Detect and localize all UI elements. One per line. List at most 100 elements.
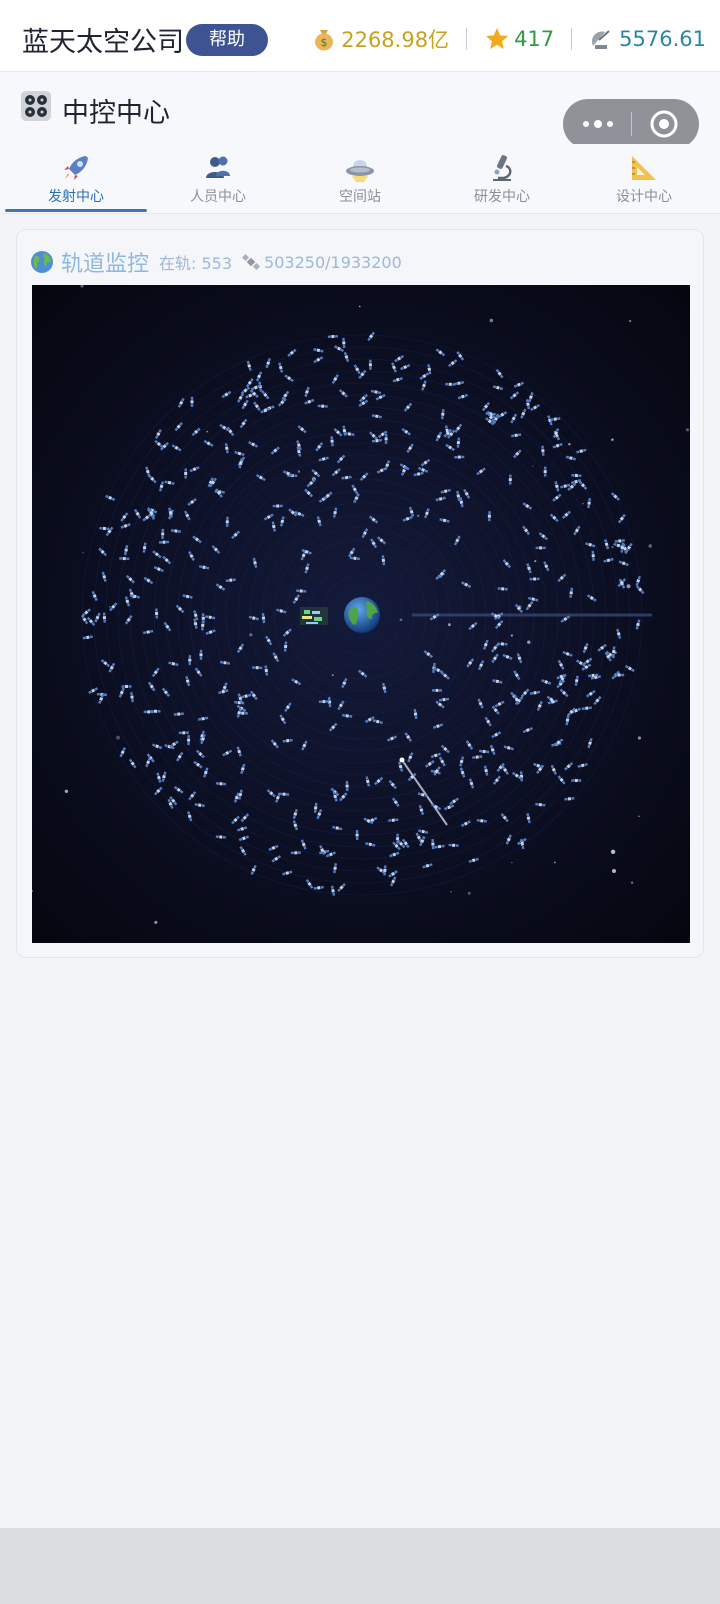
star-icon xyxy=(486,28,509,49)
star xyxy=(612,869,616,873)
star xyxy=(611,438,614,441)
tab-label: 发射中心 xyxy=(48,189,104,205)
stat-divider xyxy=(466,28,468,50)
bottom-gesture-bar xyxy=(0,1528,720,1604)
star xyxy=(116,735,120,740)
star xyxy=(249,633,253,637)
orbit-card-title: 轨道监控 xyxy=(61,252,150,277)
more-menu-icon[interactable] xyxy=(577,109,619,139)
star xyxy=(359,305,361,308)
triangle-ruler-icon xyxy=(632,156,656,180)
microscope-icon xyxy=(493,155,512,181)
satellite-marker xyxy=(184,468,188,479)
satellite-marker xyxy=(355,829,359,841)
tab-label: 研发中心 xyxy=(474,189,530,205)
star xyxy=(510,634,513,637)
space-station-cluster xyxy=(300,607,328,625)
star xyxy=(450,891,452,893)
stat-stars: 417 xyxy=(484,26,554,52)
star xyxy=(630,881,634,884)
resource-stats: $ 2268.98亿 417 5576.61 xyxy=(311,24,706,54)
satellite-marker xyxy=(190,396,194,407)
star xyxy=(417,514,420,517)
satellite-marker xyxy=(614,673,625,677)
tab-personnel-center[interactable]: 人员中心 xyxy=(147,144,289,214)
star xyxy=(467,891,471,895)
miniprogram-capsule xyxy=(563,99,699,149)
satellite-marker xyxy=(432,688,442,692)
orbit-visualization[interactable] xyxy=(32,285,690,943)
satellite-marker xyxy=(150,709,161,713)
star xyxy=(527,640,531,644)
star xyxy=(399,618,403,622)
orbit-capacity: 503250/1933200 xyxy=(264,252,402,272)
star xyxy=(448,623,451,627)
star xyxy=(628,319,632,323)
capsule-divider xyxy=(631,112,632,136)
svg-text:$: $ xyxy=(321,36,328,49)
satellite-marker xyxy=(187,735,191,746)
tab-launch-center[interactable]: 发射中心 xyxy=(5,144,147,214)
star xyxy=(532,465,534,467)
tab-bar: 发射中心 人员中心 空间站 研发中心 设计中心 xyxy=(0,144,720,214)
star xyxy=(637,736,642,740)
top-header: 蓝天太空公司 帮助 $ 2268.98亿 417 5576.61 xyxy=(0,0,720,72)
star xyxy=(82,551,84,554)
rocket-icon xyxy=(64,156,88,180)
money-value: 2268.98亿 xyxy=(341,28,450,52)
help-button[interactable]: 帮助 xyxy=(186,24,268,56)
star xyxy=(332,674,334,676)
star xyxy=(109,606,111,608)
active-tab-indicator xyxy=(5,209,147,212)
satellite-marker xyxy=(535,546,546,550)
star xyxy=(685,428,690,432)
stat-money: $ 2268.98亿 xyxy=(311,24,449,54)
star xyxy=(610,849,616,854)
star xyxy=(511,861,513,864)
earth-icon xyxy=(344,597,380,633)
satellite-marker xyxy=(272,504,283,508)
tab-label: 空间站 xyxy=(339,189,381,205)
satellite-marker xyxy=(188,655,192,666)
close-target-icon[interactable] xyxy=(649,109,679,139)
globe-icon xyxy=(31,251,53,273)
stat-divider xyxy=(571,28,573,50)
star xyxy=(648,544,652,548)
star xyxy=(64,789,69,793)
page-title: 中控中心 xyxy=(62,98,170,129)
star xyxy=(206,430,209,433)
people-icon xyxy=(206,156,230,178)
satellite-marker xyxy=(384,433,388,444)
star xyxy=(568,443,571,446)
satellite-marker xyxy=(121,684,132,689)
satellite-marker xyxy=(368,359,372,370)
star xyxy=(534,560,537,563)
satellite-dish-icon xyxy=(592,30,610,49)
research-value: 5576.61 xyxy=(619,27,706,51)
company-name: 蓝天太空公司 xyxy=(22,27,184,58)
in-orbit-count: 在轨: 553 xyxy=(159,254,233,273)
star xyxy=(638,815,640,818)
satellite-marker xyxy=(508,474,512,485)
satellite-marker xyxy=(571,779,582,782)
star xyxy=(489,318,493,323)
tab-space-station[interactable]: 空间站 xyxy=(289,144,431,214)
tab-label: 设计中心 xyxy=(616,189,672,205)
star xyxy=(297,470,301,473)
star xyxy=(626,584,631,589)
satellite-marker xyxy=(543,466,547,477)
stars-value: 417 xyxy=(514,27,555,51)
ufo-icon xyxy=(346,160,374,182)
tab-rnd-center[interactable]: 研发中心 xyxy=(431,144,573,214)
tab-design-center[interactable]: 设计中心 xyxy=(573,144,715,214)
star xyxy=(611,546,614,549)
control-knobs-icon xyxy=(21,91,51,121)
stat-research: 5576.61 xyxy=(589,26,706,52)
money-bag-icon: $ xyxy=(315,30,334,51)
star xyxy=(582,502,584,505)
tab-label: 人员中心 xyxy=(190,189,246,205)
star xyxy=(154,920,158,924)
orbit-card-header: 轨道监控 在轨: 553 503250/1933200 xyxy=(30,248,402,277)
satellite-marker xyxy=(199,649,203,660)
satellite-icon xyxy=(242,253,261,271)
